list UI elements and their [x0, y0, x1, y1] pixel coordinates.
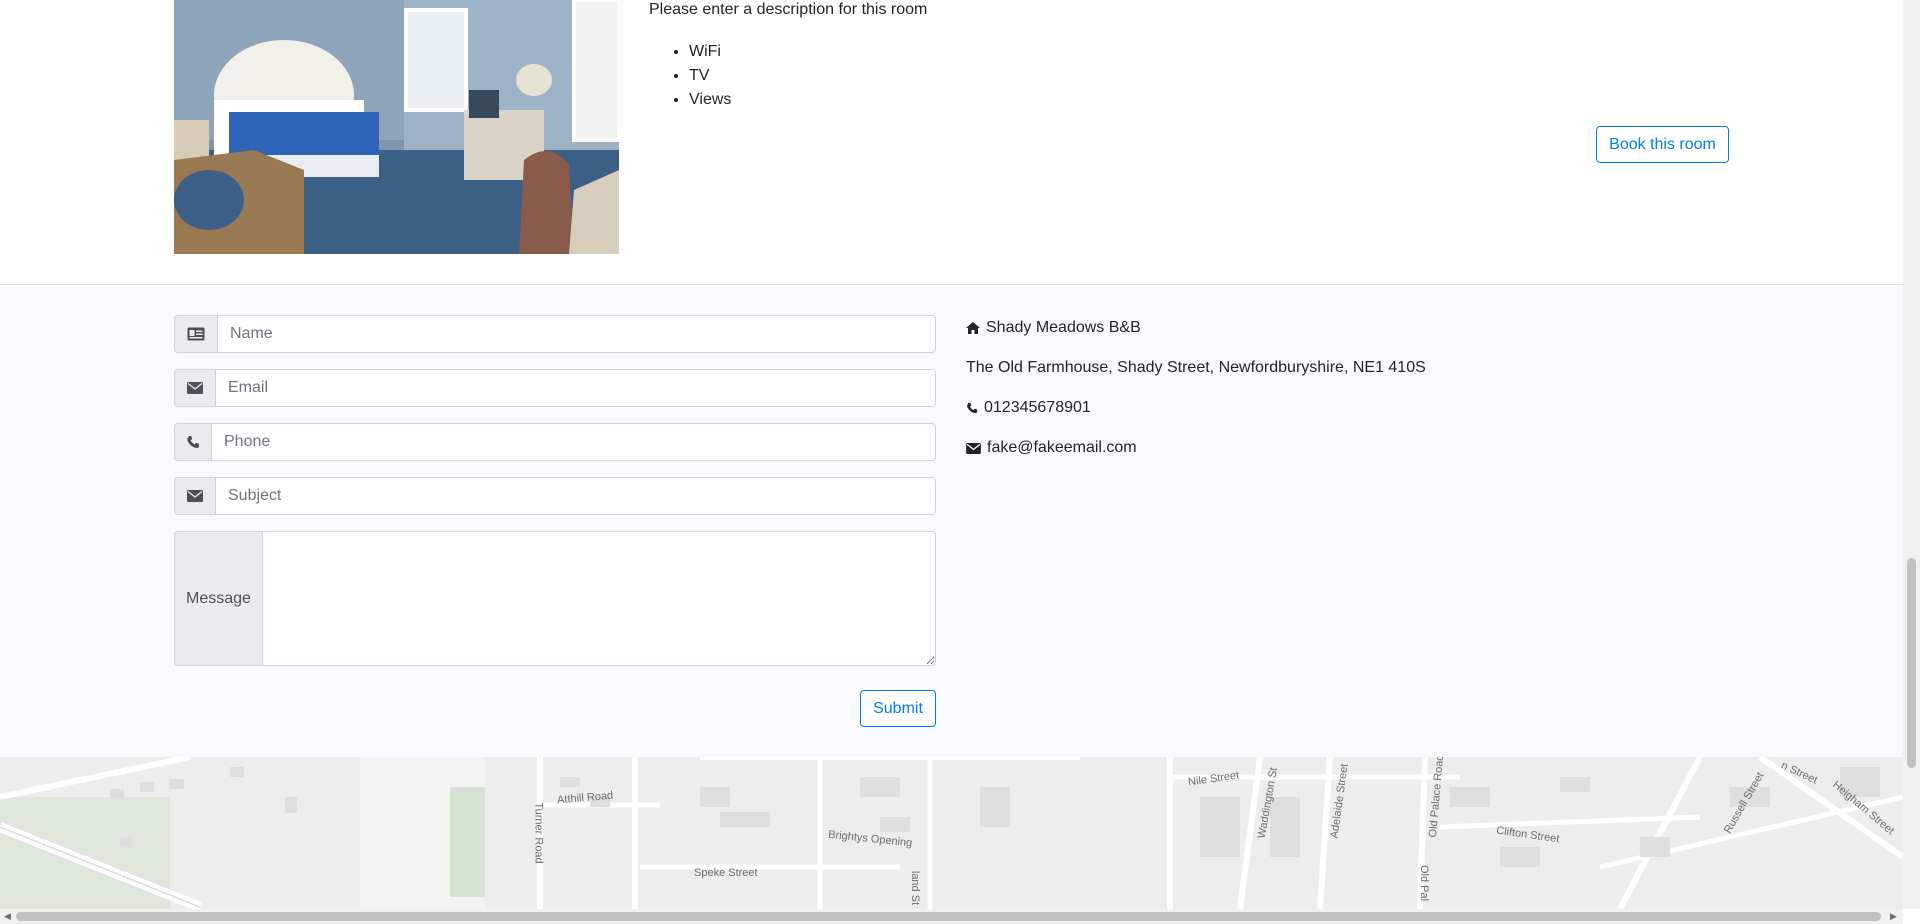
envelope-icon	[174, 477, 215, 515]
email-input-group	[174, 369, 936, 407]
submit-button[interactable]: Submit	[860, 690, 936, 727]
horizontal-scrollbar-thumb[interactable]	[16, 912, 1881, 921]
map-street-label: Old Pal	[1418, 864, 1431, 902]
room-section: Please enter a description for this room…	[0, 0, 1903, 285]
room-image	[174, 0, 619, 254]
business-name-line: Shady Meadows B&B	[966, 318, 1141, 338]
subject-input-group	[174, 477, 936, 515]
map-street-label: Turner Road	[532, 802, 545, 864]
address: The Old Farmhouse, Shady Street, Newford…	[966, 359, 1426, 376]
map-street-label: land St	[909, 870, 922, 906]
envelope-icon	[174, 369, 215, 407]
amenity-item: TV	[689, 64, 731, 88]
address-line: The Old Farmhouse, Shady Street, Newford…	[966, 358, 1426, 378]
scroll-right-arrow-icon[interactable]: ▶	[1890, 911, 1897, 922]
contact-section: Message Submit Shady Meadows B&B The Old…	[0, 285, 1903, 757]
message-label: Message	[174, 531, 262, 666]
phone-line: 012345678901	[966, 398, 1091, 418]
email-input[interactable]	[215, 369, 936, 407]
scroll-left-arrow-icon[interactable]: ◀	[4, 911, 11, 922]
phone-number: 012345678901	[984, 399, 1091, 416]
business-name: Shady Meadows B&B	[986, 319, 1141, 336]
map[interactable]: Atthill Road Brightys Opening Speke Stre…	[0, 757, 1903, 909]
map-street-label: Speke Street	[694, 867, 758, 879]
phone-icon	[966, 402, 978, 414]
room-description: Please enter a description for this room	[649, 1, 928, 18]
subject-input[interactable]	[215, 477, 936, 515]
envelope-icon	[966, 442, 981, 454]
amenity-item: Views	[689, 88, 731, 112]
phone-icon	[174, 423, 211, 461]
email-address: fake@fakeemail.com	[987, 439, 1137, 456]
message-input-group: Message	[174, 531, 936, 666]
room-photo	[174, 0, 619, 254]
phone-input-group	[174, 423, 936, 461]
name-input[interactable]	[217, 315, 936, 353]
vertical-scrollbar[interactable]	[1903, 0, 1920, 909]
id-card-icon	[174, 315, 217, 353]
amenity-item: WiFi	[689, 40, 731, 64]
vertical-scrollbar-thumb[interactable]	[1907, 558, 1916, 768]
email-line: fake@fakeemail.com	[966, 438, 1137, 458]
map-streets	[0, 757, 1903, 909]
home-icon	[966, 322, 980, 334]
phone-input[interactable]	[211, 423, 936, 461]
message-textarea[interactable]	[262, 531, 936, 666]
name-input-group	[174, 315, 936, 353]
amenities-list: WiFi TV Views	[665, 40, 731, 112]
book-room-button[interactable]: Book this room	[1596, 126, 1729, 163]
horizontal-scrollbar[interactable]: ◀ ▶	[0, 909, 1903, 924]
